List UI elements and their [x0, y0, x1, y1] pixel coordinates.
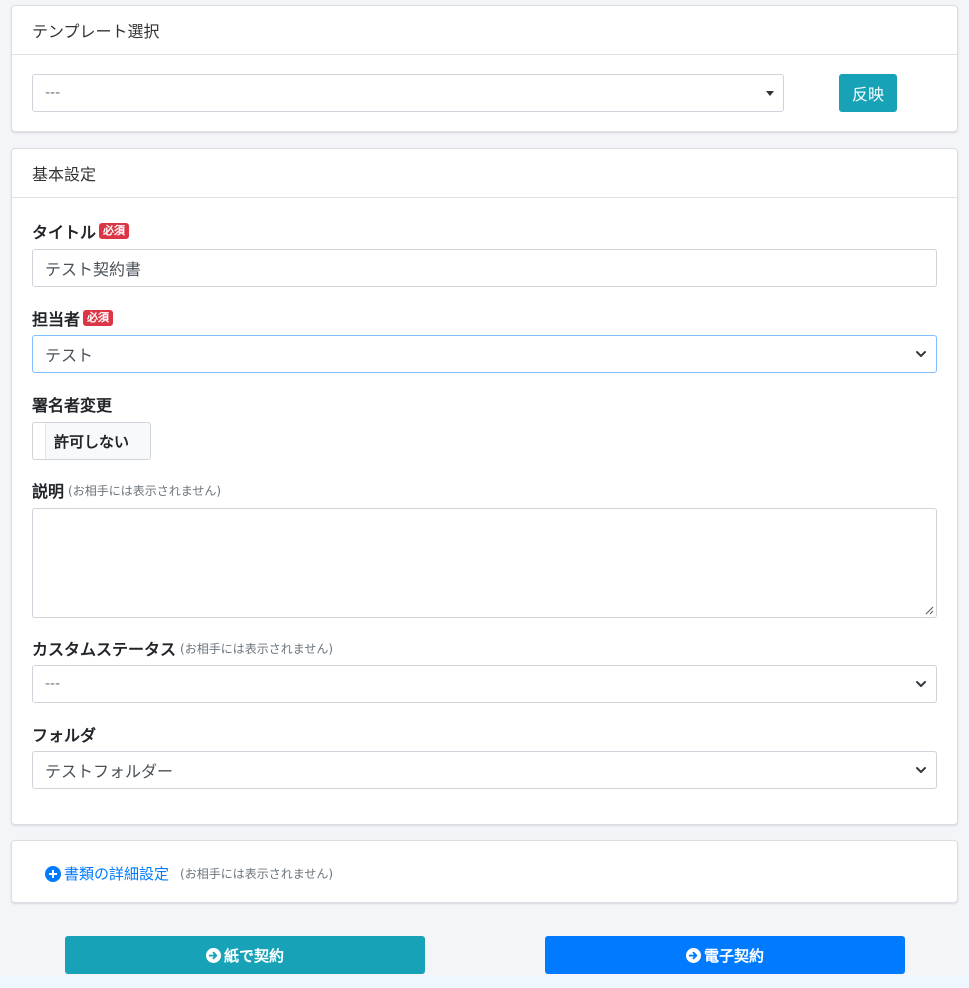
required-badge: 必須: [99, 223, 130, 239]
template-select[interactable]: ---: [32, 74, 784, 112]
hidden-note: (お相手には表示されません): [68, 483, 222, 498]
resize-handle-icon[interactable]: [924, 605, 934, 615]
caret-down-icon: [766, 91, 774, 96]
template-selection-card: テンプレート選択 --- 反映: [11, 5, 958, 132]
custom-status-label: カスタムステータス: [32, 640, 177, 659]
folder-label: フォルダ: [32, 726, 97, 745]
electronic-contract-label: 電子契約: [703, 946, 764, 965]
detail-settings-card: 書類の詳細設定 (お相手には表示されません): [11, 840, 958, 903]
custom-status-label-row: カスタムステータス (お相手には表示されません): [32, 636, 333, 660]
toggle-knob: [33, 423, 46, 459]
basic-settings-card: 基本設定 タイトル 必須 テスト契約書 担当者 必須 テスト 署名者変更 許可し…: [11, 148, 958, 825]
assignee-label-row: 担当者 必須: [32, 306, 114, 330]
paper-contract-button[interactable]: 紙で契約: [65, 936, 425, 974]
description-label-row: 説明 (お相手には表示されません): [32, 478, 221, 502]
chevron-down-icon: [916, 681, 926, 687]
template-select-value: ---: [45, 85, 61, 101]
title-label-row: タイトル 必須: [32, 219, 130, 243]
template-card-header: テンプレート選択: [12, 6, 957, 55]
detail-note: (お相手には表示されません): [180, 867, 334, 881]
signer-change-toggle-label: 許可しない: [53, 432, 129, 451]
folder-select-value: テストフォルダー: [45, 762, 174, 781]
signer-change-toggle[interactable]: 許可しない: [32, 422, 151, 460]
title-input[interactable]: テスト契約書: [32, 249, 937, 287]
arrow-circle-right-icon: [205, 947, 221, 963]
assignee-label: 担当者: [32, 310, 81, 329]
signer-change-label: 署名者変更: [32, 396, 113, 415]
description-textarea[interactable]: [32, 508, 937, 618]
plus-circle-icon: [45, 865, 61, 882]
detail-settings-link[interactable]: 書類の詳細設定 (お相手には表示されません): [45, 863, 333, 884]
detail-settings-label: 書類の詳細設定: [64, 865, 170, 883]
title-input-value: テスト契約書: [45, 260, 142, 279]
required-badge: 必須: [83, 310, 114, 326]
assignee-select[interactable]: テスト: [32, 335, 937, 373]
footer-strip: [0, 976, 969, 988]
basic-card-header: 基本設定: [12, 149, 957, 198]
chevron-down-icon: [916, 351, 926, 357]
description-label: 説明: [32, 482, 65, 501]
custom-status-select[interactable]: ---: [32, 665, 937, 703]
folder-select[interactable]: テストフォルダー: [32, 751, 937, 789]
chevron-down-icon: [916, 767, 926, 773]
assignee-select-value: テスト: [45, 346, 94, 365]
hidden-note: (お相手には表示されません): [180, 641, 334, 656]
electronic-contract-button[interactable]: 電子契約: [545, 936, 905, 974]
paper-contract-label: 紙で契約: [223, 946, 284, 965]
custom-status-value: ---: [45, 676, 61, 692]
arrow-circle-right-icon: [685, 947, 701, 963]
apply-template-button[interactable]: 反映: [839, 74, 897, 112]
title-label: タイトル: [32, 223, 97, 242]
